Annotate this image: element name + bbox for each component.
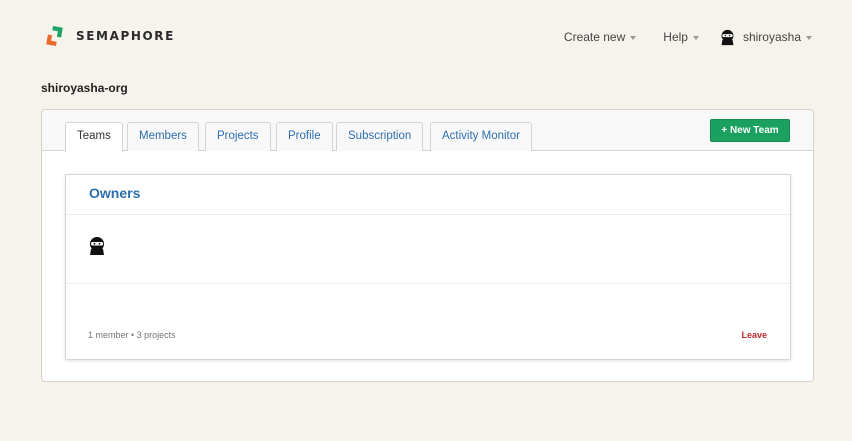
caret-down-icon bbox=[630, 35, 637, 40]
top-navigation: Create new Help shiroyasha bbox=[564, 29, 812, 45]
ninja-avatar-icon bbox=[721, 29, 734, 45]
semaphore-logo-icon bbox=[46, 26, 63, 46]
caret-down-icon bbox=[692, 35, 699, 40]
brand-name: SEMAPHORE bbox=[76, 29, 175, 43]
help-menu[interactable]: Help bbox=[663, 30, 699, 44]
org-name: shiroyasha-org bbox=[41, 81, 128, 95]
team-meta: 1 member • 3 projects bbox=[88, 330, 176, 340]
leave-team-link[interactable]: Leave bbox=[741, 330, 767, 340]
tab-teams[interactable]: Teams bbox=[65, 122, 123, 152]
tab-members[interactable]: Members bbox=[127, 122, 199, 151]
divider bbox=[66, 214, 790, 215]
tab-subscription[interactable]: Subscription bbox=[336, 122, 424, 151]
team-card: Owners 1 member • 3 projects Leave bbox=[65, 174, 791, 360]
user-name: shiroyasha bbox=[742, 30, 801, 44]
create-new-label: Create new bbox=[563, 30, 626, 44]
semaphore-logo[interactable]: SEMAPHORE bbox=[41, 24, 175, 48]
user-menu[interactable]: shiroyasha bbox=[719, 29, 812, 46]
team-name-link[interactable]: Owners bbox=[89, 185, 140, 201]
tab-profile[interactable]: Profile bbox=[276, 122, 333, 151]
divider bbox=[66, 283, 790, 284]
caret-down-icon bbox=[806, 35, 812, 40]
org-panel: Teams Members Projects Profile Subscript… bbox=[41, 109, 814, 382]
new-team-button[interactable]: + New Team bbox=[710, 119, 790, 142]
create-new-menu[interactable]: Create new bbox=[563, 30, 637, 44]
tab-activity-monitor[interactable]: Activity Monitor bbox=[430, 122, 532, 151]
team-member-list bbox=[87, 236, 107, 261]
tab-projects[interactable]: Projects bbox=[205, 122, 271, 151]
ninja-avatar-icon[interactable] bbox=[87, 236, 107, 256]
help-label: Help bbox=[663, 30, 688, 44]
tab-bar: Teams Members Projects Profile Subscript… bbox=[42, 110, 813, 152]
